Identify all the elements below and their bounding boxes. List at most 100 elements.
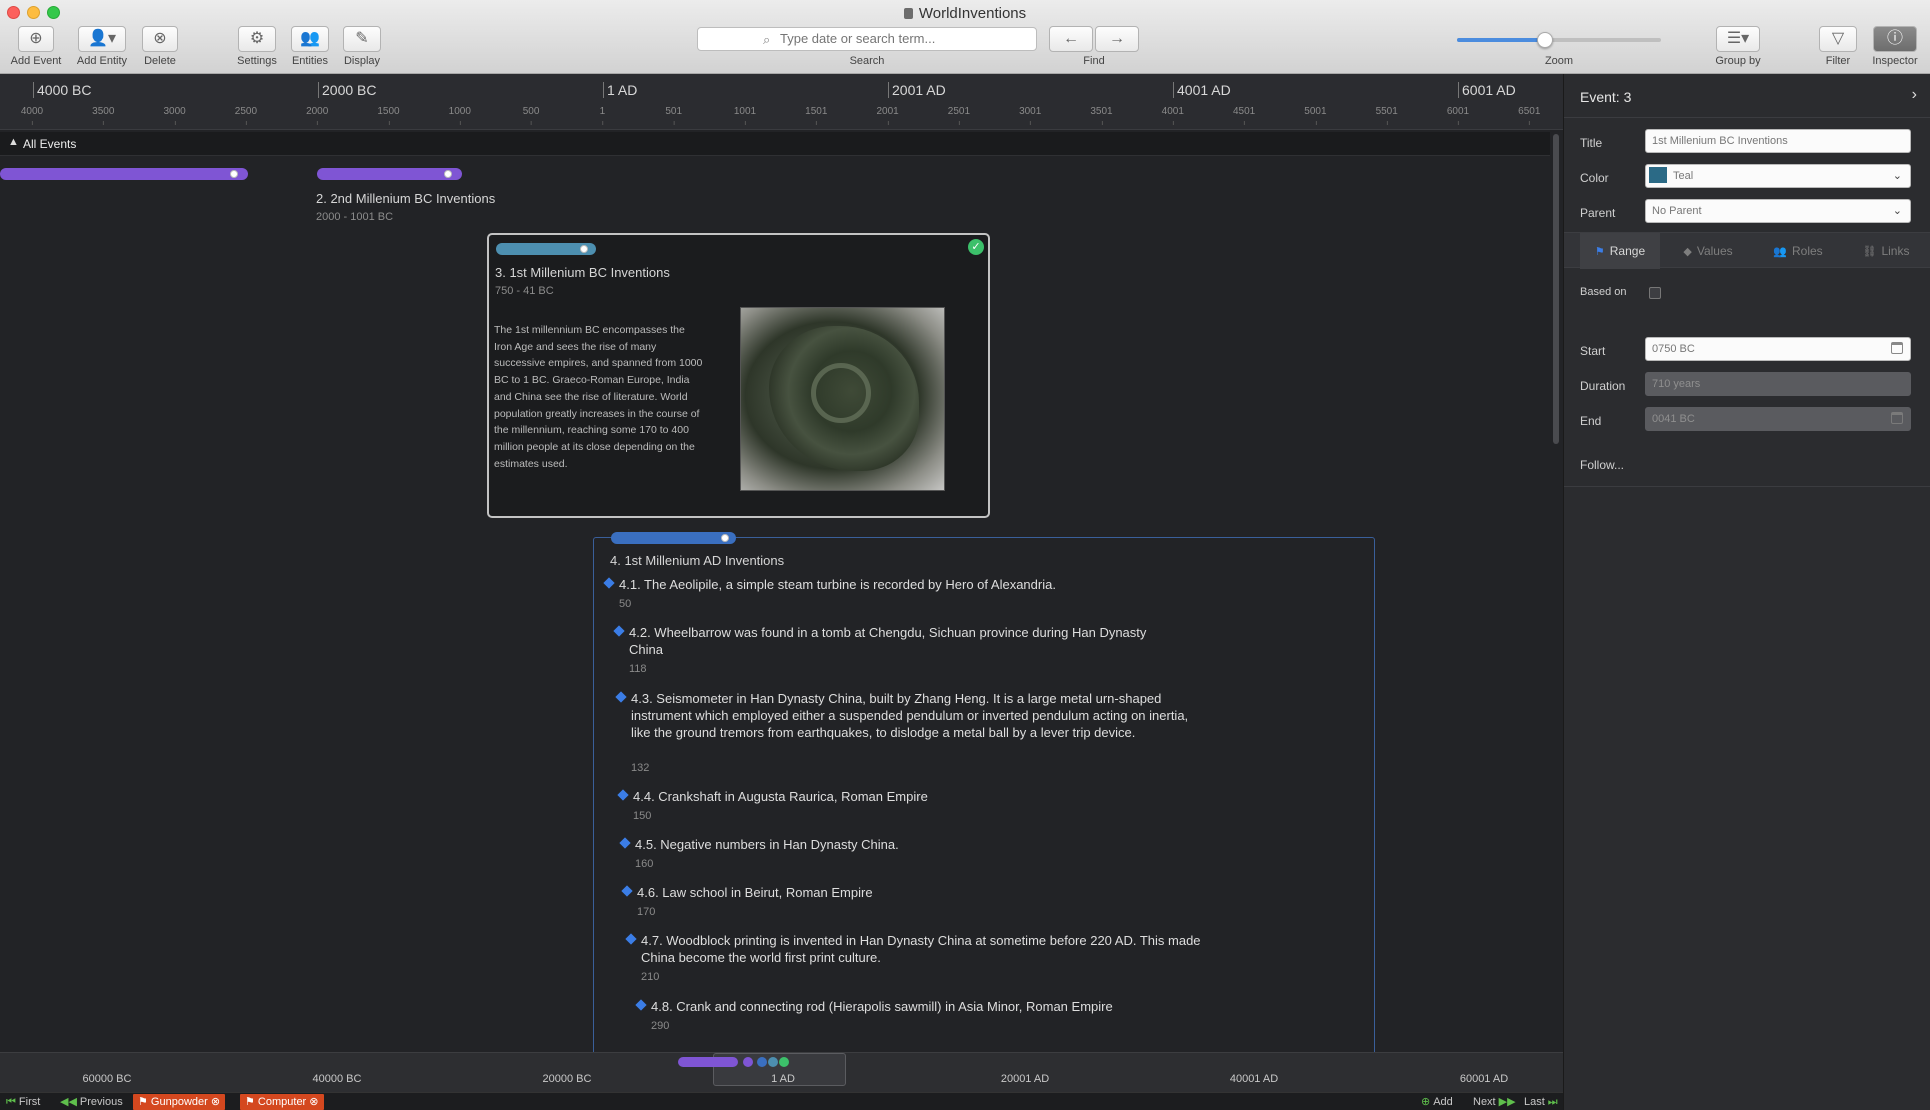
diamond-icon bbox=[603, 577, 615, 589]
overview-label: 40001 AD bbox=[1229, 1073, 1279, 1085]
search-field[interactable]: ⌕ bbox=[697, 27, 1037, 51]
zoom-slider-knob[interactable] bbox=[1536, 32, 1553, 48]
event-2-range: 2000 - 1001 BC bbox=[316, 211, 394, 223]
entities-button[interactable]: 👥 Entities bbox=[288, 26, 332, 67]
tag-remove-icon[interactable]: ⊗ bbox=[208, 1096, 220, 1108]
add-person-icon: 👤▾ bbox=[78, 26, 126, 52]
duration-label: Duration bbox=[1580, 379, 1626, 393]
search-input[interactable] bbox=[780, 31, 1020, 46]
event-2-bar[interactable] bbox=[317, 168, 462, 180]
event-3-title: 3. 1st Millenium BC Inventions bbox=[495, 265, 670, 280]
based-on-label: Based on bbox=[1580, 286, 1627, 298]
diamond-icon bbox=[617, 789, 629, 801]
add-circle-icon: ⊕ bbox=[1421, 1096, 1431, 1108]
ruler-minor-label: 2001 bbox=[876, 106, 899, 125]
ruler-major-label: 4000 BC bbox=[32, 82, 92, 98]
next-button[interactable]: Next ▶▶ bbox=[1473, 1094, 1519, 1110]
title-field[interactable]: 1st Millenium BC Inventions bbox=[1645, 129, 1911, 153]
overview-event-marker bbox=[768, 1057, 778, 1067]
flag-icon: ⚑ bbox=[1594, 246, 1605, 258]
event-1-handle[interactable] bbox=[230, 170, 238, 178]
vertical-scrollbar[interactable] bbox=[1551, 132, 1561, 462]
event-3-handle[interactable] bbox=[580, 245, 588, 253]
previous-button[interactable]: ◀◀ Previous bbox=[60, 1094, 123, 1110]
ruler-minor-label: 1500 bbox=[377, 106, 400, 125]
gear-ring-shape bbox=[811, 363, 871, 423]
zoom-slider[interactable] bbox=[1457, 32, 1661, 48]
search-icon: ⌕ bbox=[763, 32, 771, 47]
color-swatch bbox=[1649, 167, 1667, 183]
ruler-minor-label: 2501 bbox=[947, 106, 971, 125]
event-4-title: 4. 1st Millenium AD Inventions bbox=[610, 553, 785, 568]
find-controls: ← → Find bbox=[1046, 26, 1142, 67]
list-icon: ☰▾ bbox=[1716, 26, 1760, 52]
event-3-description: The 1st millennium BC encompasses the Ir… bbox=[494, 324, 703, 470]
start-date-field[interactable]: 0750 BC bbox=[1645, 337, 1911, 361]
overview-label: 40000 BC bbox=[312, 1073, 362, 1085]
delete-circle-icon: ⊗ bbox=[142, 26, 178, 52]
previous-arrow-icon: ◀◀ bbox=[60, 1096, 77, 1108]
first-arrow-icon: ⏮ bbox=[6, 1096, 16, 1108]
group-by-button[interactable]: ☰▾ Group by bbox=[1706, 26, 1770, 67]
brush-icon: ✎ bbox=[343, 26, 381, 52]
filter-button[interactable]: ▽ Filter bbox=[1816, 26, 1860, 67]
calendar-icon[interactable] bbox=[1891, 342, 1903, 354]
timeline-view[interactable]: 4000 BC 2000 BC 1 AD 2001 AD 4001 AD 600… bbox=[0, 74, 1563, 1092]
group-header-all-events[interactable]: ▲ All Events bbox=[0, 132, 1550, 156]
inspector-button[interactable]: ⓘ Inspector bbox=[1866, 26, 1924, 67]
funnel-icon: ▽ bbox=[1819, 26, 1857, 52]
ruler-major-label: 2000 BC bbox=[317, 82, 377, 98]
event-2-handle[interactable] bbox=[444, 170, 452, 178]
settings-button[interactable]: ⚙ Settings bbox=[234, 26, 280, 67]
color-select[interactable]: Teal ⌄ bbox=[1645, 164, 1911, 188]
tab-links[interactable]: ⛓ Links bbox=[1844, 233, 1928, 269]
inspector-header: Event: 3 › bbox=[1564, 74, 1930, 118]
display-button[interactable]: ✎ Display bbox=[340, 26, 384, 67]
last-button[interactable]: Last ⏭ bbox=[1524, 1094, 1561, 1110]
parent-label: Parent bbox=[1580, 206, 1616, 220]
ruler-minor-label: 5001 bbox=[1304, 106, 1327, 125]
based-on-checkbox[interactable] bbox=[1649, 287, 1661, 299]
overview-event-marker bbox=[743, 1057, 753, 1067]
tab-range[interactable]: ⚑ Range bbox=[1580, 233, 1660, 269]
add-entity-button[interactable]: 👤▾ Add Entity bbox=[72, 26, 132, 67]
first-button[interactable]: ⏮ First bbox=[6, 1094, 40, 1110]
people-icon: 👥 bbox=[1773, 246, 1787, 258]
toolbar: WorldInventions ⊕ Add Event 👤▾ Add Entit… bbox=[0, 0, 1930, 74]
event-1-bar[interactable] bbox=[0, 168, 248, 180]
tab-roles[interactable]: 👥 Roles bbox=[1754, 233, 1842, 269]
tag-computer[interactable]: ⚑ Computer ⊗ bbox=[240, 1094, 324, 1110]
ruler-minor-label: 3501 bbox=[1090, 106, 1113, 125]
gear-icon: ⚙ bbox=[238, 26, 276, 52]
tag-remove-icon[interactable]: ⊗ bbox=[306, 1096, 318, 1108]
chevron-up-icon[interactable]: ▲ bbox=[8, 136, 19, 148]
checkmark-icon[interactable]: ✓ bbox=[968, 239, 984, 255]
scrollbar-thumb[interactable] bbox=[1553, 134, 1559, 444]
tag-gunpowder[interactable]: ⚑ Gunpowder ⊗ bbox=[133, 1094, 226, 1110]
overview-event-marker bbox=[779, 1057, 789, 1067]
diamond-icon bbox=[621, 885, 633, 897]
add-tag-button[interactable]: ⊕ Add bbox=[1421, 1094, 1453, 1110]
follow-link[interactable]: Follow... bbox=[1580, 458, 1624, 472]
end-label: End bbox=[1580, 414, 1602, 428]
delete-button[interactable]: ⊗ Delete bbox=[138, 26, 182, 67]
chevron-down-icon: ⌄ bbox=[1892, 170, 1902, 182]
event-3-card[interactable]: ✓ 3. 1st Millenium BC Inventions 750 - 4… bbox=[487, 233, 990, 518]
overview-strip[interactable]: 60000 BC 40000 BC 20000 BC 1 AD 20001 AD… bbox=[0, 1052, 1563, 1092]
ruler-minor-label: 1 bbox=[599, 106, 606, 125]
tab-values[interactable]: ◆ Values bbox=[1664, 233, 1752, 269]
parent-select[interactable]: No Parent ⌄ bbox=[1645, 199, 1911, 223]
find-previous-arrow-icon[interactable]: ← bbox=[1049, 26, 1093, 52]
add-event-button[interactable]: ⊕ Add Event bbox=[8, 26, 64, 67]
time-ruler[interactable]: 4000 BC 2000 BC 1 AD 2001 AD 4001 AD 600… bbox=[0, 74, 1563, 130]
divider bbox=[1564, 486, 1930, 487]
event-4-handle[interactable] bbox=[721, 534, 729, 542]
event-2-title[interactable]: 2. 2nd Millenium BC Inventions bbox=[316, 191, 495, 206]
flag-icon: ⚑ bbox=[245, 1096, 258, 1108]
event-4-bar[interactable] bbox=[611, 532, 736, 544]
event-4-card[interactable]: 4. 1st Millenium AD Inventions 4.1. The … bbox=[593, 532, 1375, 1092]
find-next-arrow-icon[interactable]: → bbox=[1095, 26, 1139, 52]
event-3-bar[interactable] bbox=[496, 243, 596, 255]
chevron-right-icon[interactable]: › bbox=[1912, 86, 1917, 104]
add-circle-icon: ⊕ bbox=[18, 26, 54, 52]
